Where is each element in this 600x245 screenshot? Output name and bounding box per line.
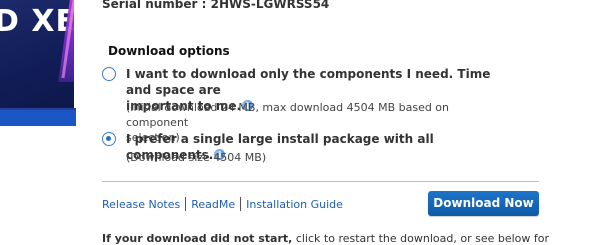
release-notes-link[interactable]: Release Notes bbox=[102, 198, 180, 211]
section-divider bbox=[102, 181, 539, 182]
radio-components[interactable] bbox=[102, 67, 116, 81]
link-separator bbox=[185, 197, 187, 211]
link-separator bbox=[240, 197, 242, 211]
download-options-heading: Download options bbox=[108, 44, 230, 58]
serial-number: Serial number : 2HWS-LGWRSS54 bbox=[102, 0, 330, 11]
banner-accent-bar bbox=[0, 110, 76, 126]
radio-full-package[interactable] bbox=[102, 132, 116, 146]
installation-guide-link[interactable]: Installation Guide bbox=[246, 198, 343, 211]
readme-link[interactable]: ReadMe bbox=[191, 198, 235, 211]
download-help-text: If your download did not start, click to… bbox=[102, 232, 550, 245]
documentation-links: Release Notes ReadMe Installation Guide bbox=[102, 197, 343, 211]
download-now-button[interactable]: Download Now bbox=[428, 191, 539, 216]
option-full-package[interactable]: I prefer a single large install package … bbox=[102, 131, 492, 165]
option-components[interactable]: I want to download only the components I… bbox=[102, 66, 492, 144]
option-full-package-description: (Download size 4504 MB) bbox=[126, 151, 267, 164]
product-logo-text: D XE bbox=[0, 4, 74, 39]
